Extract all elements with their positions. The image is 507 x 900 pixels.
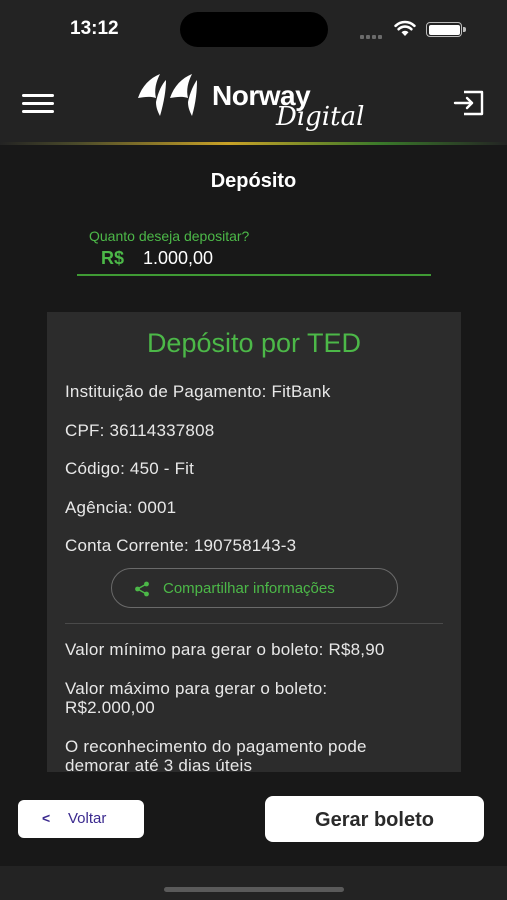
page-title: Depósito	[210, 170, 297, 192]
home-area	[0, 866, 507, 900]
logout-icon[interactable]	[452, 88, 486, 118]
app-header: Norway Digital	[0, 58, 507, 144]
amount-input[interactable]	[143, 248, 403, 269]
back-button-label: Voltar	[68, 810, 107, 827]
cellular-signal-icon	[360, 26, 386, 39]
dynamic-island	[180, 12, 328, 47]
back-button[interactable]: < Voltar	[18, 800, 144, 838]
header-divider	[0, 142, 507, 145]
brand-logo: Norway Digital	[136, 70, 376, 132]
norway-logo-mark-icon	[138, 74, 197, 116]
account-text: Conta Corrente: 190758143-3	[65, 536, 297, 555]
status-bar: 13:12	[0, 0, 507, 58]
share-info-button[interactable]: Compartilhar informações	[111, 568, 398, 608]
agency-text: Agência: 0001	[65, 498, 177, 517]
currency-prefix: R$	[101, 248, 125, 268]
amount-field[interactable]: R$	[77, 246, 431, 276]
card-divider	[65, 623, 443, 624]
cpf-text: CPF: 36114337808	[65, 421, 215, 440]
institution-text: Instituição de Pagamento: FitBank	[65, 382, 331, 401]
generate-button-label: Gerar boleto	[315, 809, 434, 831]
max-value-amount: R$2.000,00	[65, 698, 155, 717]
max-value-label: Valor máximo para gerar o boleto:	[65, 679, 328, 698]
min-value-text: Valor mínimo para gerar o boleto: R$8,90	[65, 640, 385, 659]
generate-boleto-button[interactable]: Gerar boleto	[265, 796, 484, 842]
recognition-text-line1: O reconhecimento do pagamento pode	[65, 737, 367, 756]
wifi-icon	[394, 20, 416, 36]
recognition-text-line2: demorar até 3 dias úteis	[65, 756, 253, 772]
brand-subtitle: Digital	[276, 102, 365, 132]
hamburger-menu-icon[interactable]	[22, 94, 54, 114]
status-time: 13:12	[70, 18, 119, 39]
ted-info-card: Depósito por TED Instituição de Pagament…	[47, 312, 461, 772]
battery-icon	[426, 22, 466, 37]
share-button-label: Compartilhar informações	[163, 580, 335, 597]
card-title: Depósito por TED	[146, 328, 362, 358]
home-indicator[interactable]	[164, 887, 344, 892]
code-text: Código: 450 - Fit	[65, 459, 195, 478]
share-icon	[135, 581, 149, 597]
chevron-left-icon: <	[42, 810, 51, 826]
amount-label: Quanto deseja depositar?	[89, 228, 250, 244]
